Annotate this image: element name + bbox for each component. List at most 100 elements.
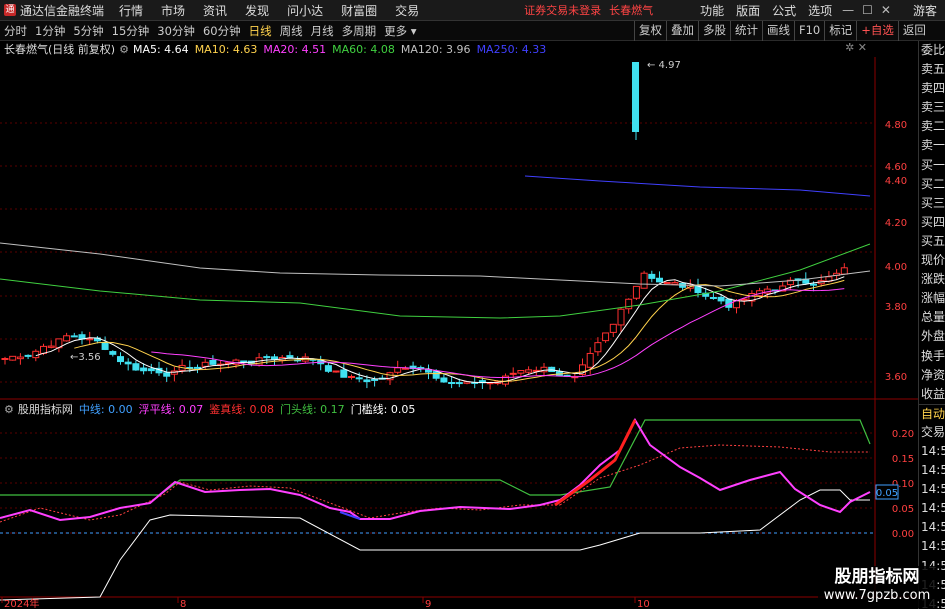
side-panel-item-20[interactable]: 交易 <box>919 423 945 442</box>
candle-body <box>656 277 663 283</box>
side-panel-item-25[interactable]: 14:56 <box>919 518 945 537</box>
candle-body <box>671 282 679 285</box>
candle-body <box>140 367 148 372</box>
candle-body <box>709 297 717 300</box>
side-panel-item-1[interactable]: 卖五 <box>919 60 945 79</box>
price-tick-label: 4.60 <box>885 162 907 173</box>
candle-body <box>617 308 625 326</box>
candle-body <box>1 358 9 361</box>
side-panel-item-19[interactable]: 自动 <box>919 403 945 423</box>
watermark-title: 股朋指标网 <box>834 567 920 587</box>
date-axis-label: 9 <box>425 599 431 609</box>
authentic-line-dashed <box>0 481 560 523</box>
price-tick-label: 4.00 <box>885 262 907 273</box>
side-panel-item-15[interactable]: 外盘 <box>919 327 945 346</box>
side-panel-item-13[interactable]: 涨幅 <box>919 289 945 308</box>
candle-body <box>240 360 248 363</box>
candle-body <box>810 283 817 286</box>
side-panel-item-26[interactable]: 14:56 <box>919 537 945 556</box>
candle-body <box>147 368 155 372</box>
candle-body <box>840 267 848 275</box>
candle-body <box>394 367 402 373</box>
side-panel-item-7[interactable]: 买二 <box>919 175 945 194</box>
floating-line <box>0 417 871 522</box>
kline-chart[interactable]: 4.80 4.60 4.40 4.20 4.00 3.80 3.60 ← 4.97 ←3.56 0… <box>0 0 945 609</box>
candle-body <box>324 365 332 372</box>
side-panel-item-12[interactable]: 涨跌 <box>919 270 945 289</box>
side-panel-item-22[interactable]: 14:56 <box>919 461 945 480</box>
candle-body <box>263 356 271 359</box>
candle-body <box>632 62 639 132</box>
candle-body <box>355 377 363 380</box>
candle-body <box>24 354 32 357</box>
candle-body <box>109 351 117 355</box>
ma5-line <box>35 276 845 383</box>
candle-body <box>401 367 409 370</box>
side-panel-item-9[interactable]: 买四 <box>919 213 945 232</box>
candle-body <box>16 356 24 360</box>
candle-body <box>586 352 594 368</box>
min-price-label: ←3.56 <box>70 352 101 363</box>
candle-body <box>271 356 278 360</box>
candle-body <box>117 356 124 363</box>
candle-body <box>340 369 348 378</box>
candle-body <box>348 376 355 379</box>
candle-body <box>9 355 17 361</box>
candle-body <box>132 363 140 371</box>
candle-body <box>440 377 448 383</box>
quote-side-panel: 委比 卖五 卖四 卖三 卖二 卖一 买一 买二 买三 买四 买五 现价 涨跌 涨幅 总量 外盘 换手 净资 收益 自动… <box>918 41 945 609</box>
candle-body <box>648 273 656 279</box>
candle-body <box>194 366 201 369</box>
price-tick-label: 3.60 <box>885 372 907 383</box>
candle-body <box>594 342 602 353</box>
side-panel-item-17[interactable]: 净资 <box>919 366 945 385</box>
candle-body <box>455 382 463 385</box>
candle-body <box>209 359 217 365</box>
candle-body <box>632 285 640 299</box>
candle-body <box>332 370 340 373</box>
side-panel-item-14[interactable]: 总量 <box>919 308 945 327</box>
price-tick-label: 4.80 <box>885 120 907 131</box>
candle-body <box>201 361 209 367</box>
date-axis-label: 8 <box>180 599 186 609</box>
side-panel-item-4[interactable]: 卖二 <box>919 117 945 136</box>
side-panel-item-18[interactable]: 收益 <box>919 385 945 404</box>
candle-body <box>86 338 94 341</box>
side-panel-item-21[interactable]: 14:56 <box>919 442 945 461</box>
candle-body <box>371 378 379 381</box>
side-panel-item-8[interactable]: 买三 <box>919 194 945 213</box>
side-panel-item-2[interactable]: 卖四 <box>919 79 945 98</box>
indicator-tick-label: 0.15 <box>892 454 914 465</box>
candle-body <box>663 281 671 284</box>
candle-body <box>517 370 525 374</box>
side-panel-item-11[interactable]: 现价 <box>919 251 945 270</box>
side-panel-item-16[interactable]: 换手 <box>919 347 945 366</box>
candle-body <box>640 272 648 289</box>
max-price-label: ← 4.97 <box>647 60 681 71</box>
price-tick-label: 4.40 <box>885 176 907 187</box>
candle-body <box>609 323 617 333</box>
side-panel-item-24[interactable]: 14:56 <box>919 499 945 518</box>
candle-body <box>448 382 456 385</box>
side-panel-item-23[interactable]: 14:56 <box>919 480 945 499</box>
candle-body <box>525 369 533 373</box>
date-axis-label: 2024年 <box>4 597 39 609</box>
candle-body <box>602 332 610 342</box>
site-watermark: 股朋指标网 www.7gpzb.com <box>818 566 936 608</box>
candle-body <box>363 379 371 383</box>
price-tick-label: 4.20 <box>885 218 907 229</box>
indicator-tick-label: 0.20 <box>892 429 914 440</box>
candle-body <box>63 335 71 342</box>
price-tick-label: 3.80 <box>885 302 907 313</box>
date-axis-label: 10 <box>637 599 650 609</box>
side-panel-item-10[interactable]: 买五 <box>919 232 945 251</box>
ma250-line <box>524 175 871 197</box>
side-panel-item-5[interactable]: 卖一 <box>919 136 945 155</box>
side-panel-item-3[interactable]: 卖三 <box>919 98 945 117</box>
candle-body <box>101 342 109 350</box>
indicator-tick-label: 0.00 <box>892 529 914 540</box>
side-panel-item-0[interactable]: 委比 <box>919 41 945 60</box>
candle-body <box>509 372 517 375</box>
side-panel-item-6[interactable]: 买一 <box>919 156 945 175</box>
candle-body <box>70 335 78 338</box>
